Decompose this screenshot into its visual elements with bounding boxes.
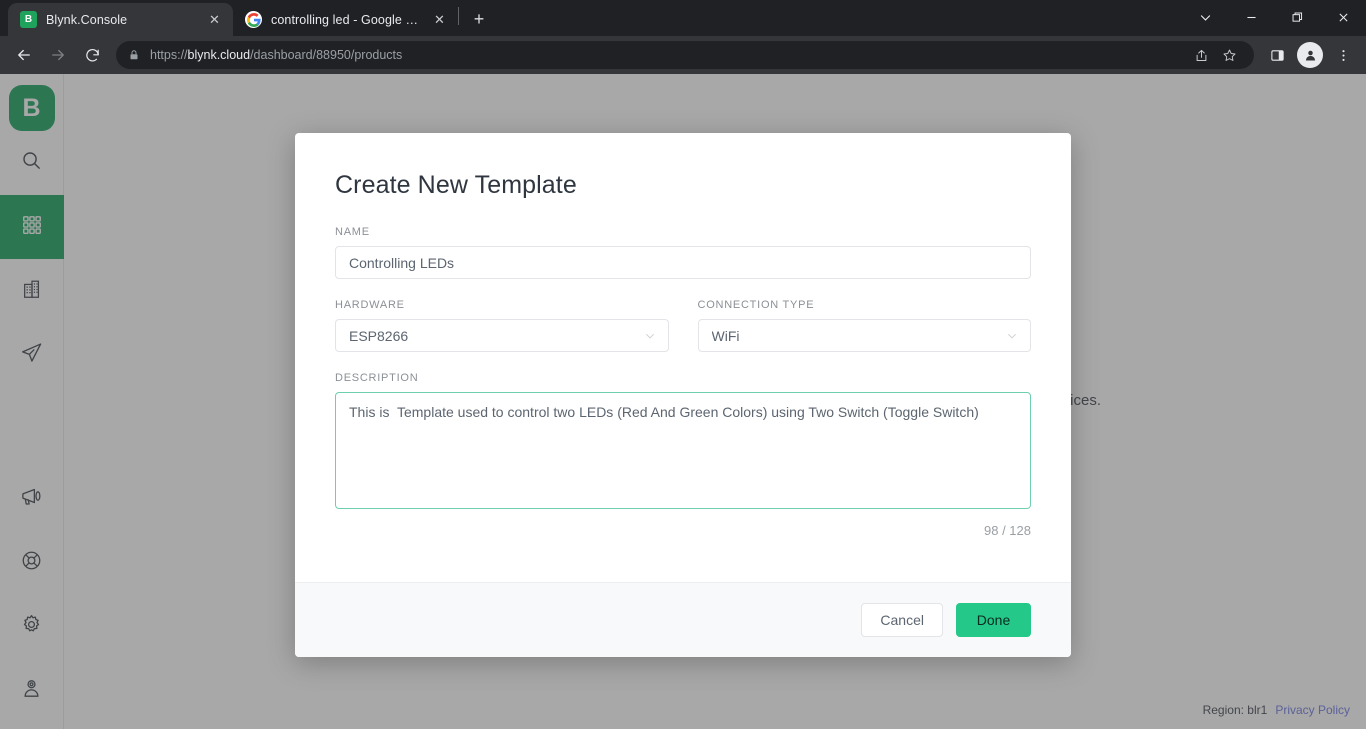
character-counter: 98 / 128 bbox=[984, 523, 1031, 538]
field-name: NAME bbox=[335, 226, 1031, 279]
side-panel-icon[interactable] bbox=[1262, 39, 1292, 71]
field-connection-type: CONNECTION TYPE bbox=[697, 299, 1031, 352]
profile-avatar-icon[interactable] bbox=[1297, 42, 1323, 68]
tab-title: Blynk.Console bbox=[46, 12, 128, 27]
window-controls bbox=[1182, 0, 1366, 34]
cancel-button[interactable]: Cancel bbox=[861, 603, 943, 637]
star-icon[interactable] bbox=[1216, 42, 1242, 68]
connection-type-label: CONNECTION TYPE bbox=[697, 299, 815, 311]
dialog-body: Create New Template NAME HARDWARE bbox=[295, 133, 1071, 582]
tab-divider bbox=[458, 6, 459, 25]
tab-title: controlling led - Google Search bbox=[271, 12, 422, 27]
tab-strip: B Blynk.Console ✕ controlling led - Goog… bbox=[0, 0, 493, 36]
url-path: /dashboard/88950/products bbox=[250, 48, 403, 62]
google-icon bbox=[245, 11, 262, 28]
browser-window: B Blynk.Console ✕ controlling led - Goog… bbox=[0, 0, 1366, 729]
dialog-title: Create New Template bbox=[335, 171, 577, 199]
close-icon[interactable]: ✕ bbox=[206, 11, 223, 28]
share-icon[interactable] bbox=[1188, 42, 1214, 68]
connection-type-select-value[interactable] bbox=[697, 319, 1031, 352]
connection-type-select[interactable] bbox=[697, 319, 1031, 352]
blynk-icon: B bbox=[20, 11, 37, 28]
create-template-dialog: Create New Template NAME HARDWARE bbox=[295, 133, 1071, 657]
name-label: NAME bbox=[335, 226, 370, 238]
browser-titlebar: B Blynk.Console ✕ controlling led - Goog… bbox=[0, 0, 1366, 36]
forward-arrow-icon[interactable] bbox=[42, 39, 74, 71]
tab-google-search[interactable]: controlling led - Google Search ✕ bbox=[233, 3, 458, 36]
close-icon[interactable] bbox=[1320, 0, 1366, 34]
hardware-label: HARDWARE bbox=[335, 299, 405, 311]
url-domain: blynk.cloud bbox=[187, 48, 251, 62]
url-prefix: https:// bbox=[150, 48, 188, 62]
field-description: DESCRIPTION 98 / 128 bbox=[335, 372, 1031, 538]
hardware-connection-row: HARDWARE CONNECTION TYPE bbox=[335, 299, 1031, 372]
lock-icon bbox=[128, 49, 140, 61]
maximize-icon[interactable] bbox=[1274, 0, 1320, 34]
description-textarea[interactable] bbox=[335, 392, 1031, 509]
reload-icon[interactable] bbox=[76, 39, 108, 71]
hardware-select-value[interactable] bbox=[335, 319, 669, 352]
tab-blynk-console[interactable]: B Blynk.Console ✕ bbox=[8, 3, 233, 36]
page-viewport: B devices. Region: blr1 Privacy Policy C… bbox=[0, 74, 1366, 729]
tab-search-icon[interactable] bbox=[1182, 0, 1228, 34]
description-label: DESCRIPTION bbox=[335, 372, 419, 384]
back-arrow-icon[interactable] bbox=[8, 39, 40, 71]
url-text: https://blynk.cloud/dashboard/88950/prod… bbox=[150, 48, 402, 62]
omnibox-actions bbox=[1188, 42, 1242, 68]
address-bar[interactable]: https://blynk.cloud/dashboard/88950/prod… bbox=[116, 41, 1254, 69]
name-input[interactable] bbox=[335, 246, 1031, 279]
new-tab-button[interactable]: + bbox=[465, 5, 493, 33]
dialog-footer: Cancel Done bbox=[295, 582, 1071, 657]
three-dot-menu-icon[interactable] bbox=[1328, 39, 1358, 71]
browser-toolbar: https://blynk.cloud/dashboard/88950/prod… bbox=[0, 36, 1366, 74]
hardware-select[interactable] bbox=[335, 319, 669, 352]
minimize-icon[interactable] bbox=[1228, 0, 1274, 34]
done-button[interactable]: Done bbox=[956, 603, 1031, 637]
field-hardware: HARDWARE bbox=[335, 299, 669, 352]
close-icon[interactable]: ✕ bbox=[431, 11, 448, 28]
